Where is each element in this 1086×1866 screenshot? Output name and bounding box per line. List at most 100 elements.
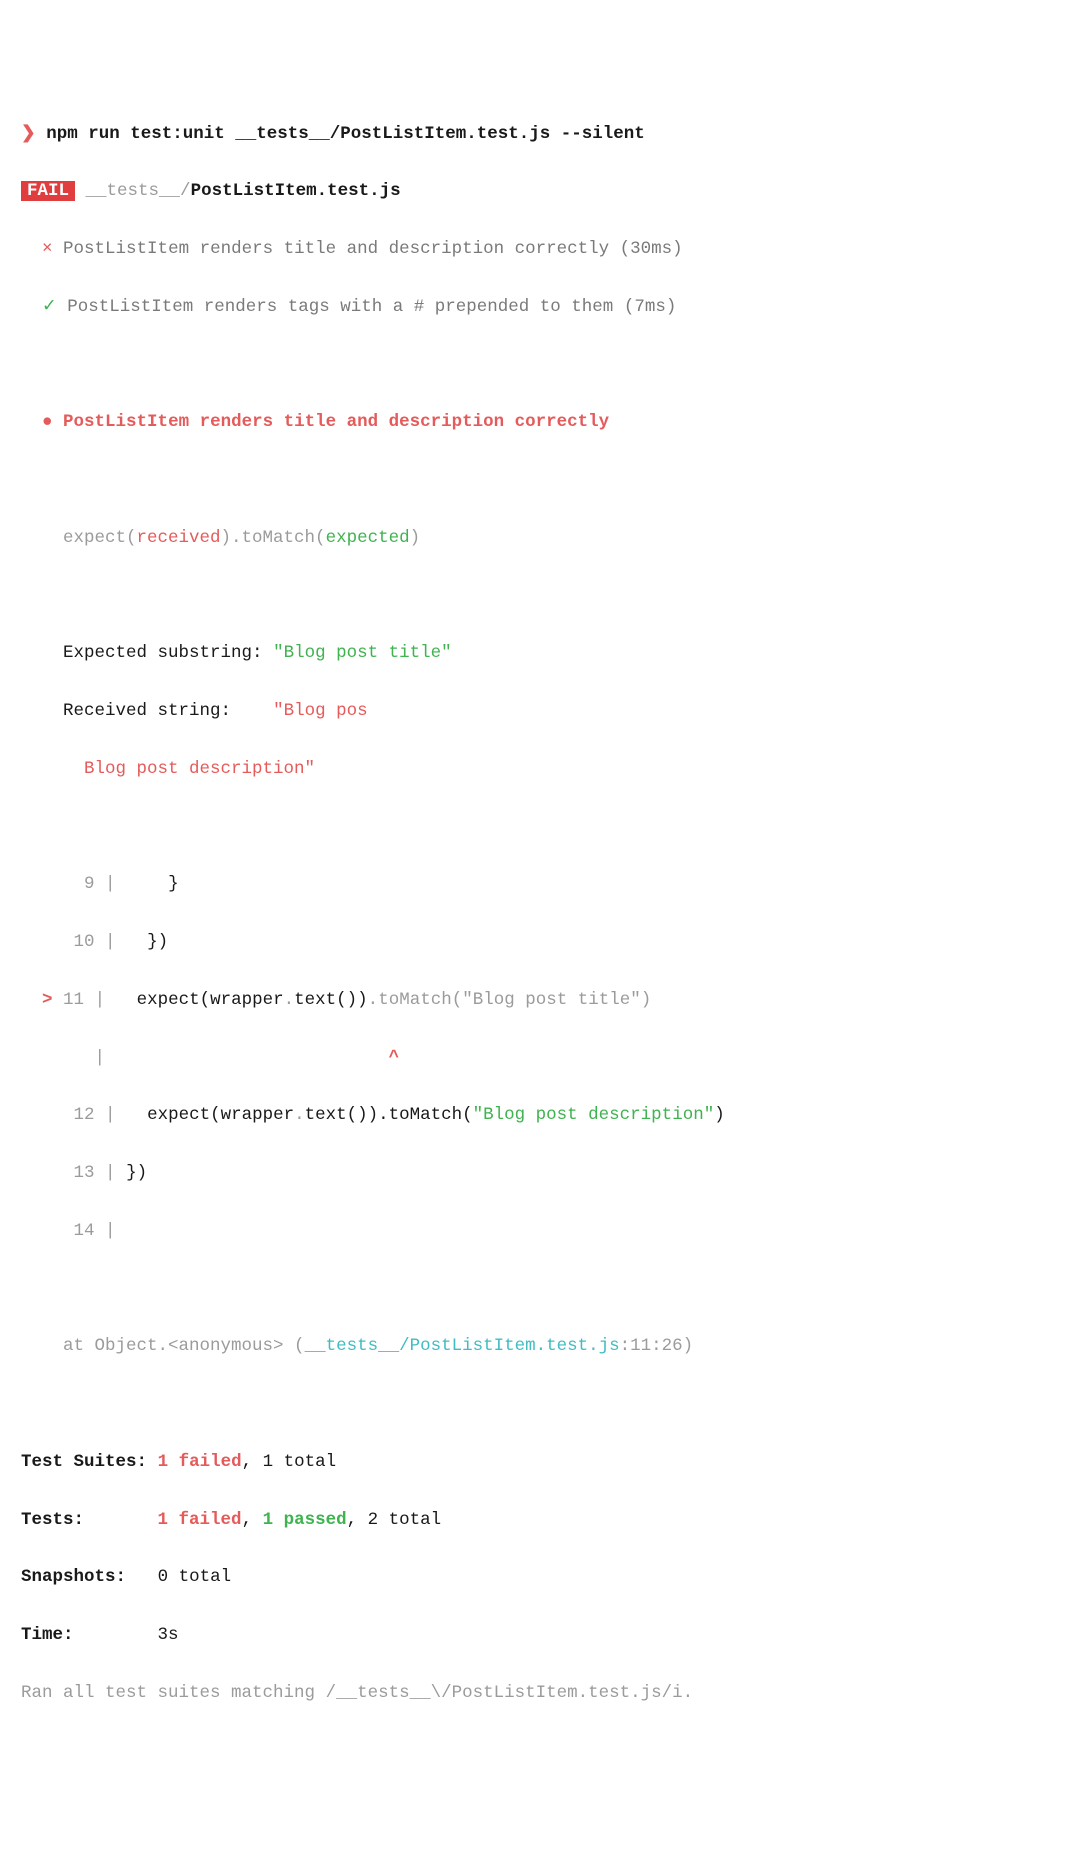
time-label: Time: (21, 1625, 74, 1645)
blank-line (0, 1390, 1086, 1419)
summary-suites: Test Suites: 1 failed, 1 total (0, 1448, 1086, 1477)
blank-line (0, 351, 1086, 380)
tomatch-close: ) (410, 528, 421, 548)
pipe: | (105, 1105, 116, 1125)
ran-dot: . (683, 1683, 694, 1703)
tests-passed: 1 passed (263, 1510, 347, 1530)
code-text: "Blog post description" (473, 1105, 715, 1125)
expect-open: expect( (63, 528, 137, 548)
fail-badge: FAIL (21, 181, 75, 201)
code-text: ) (714, 1105, 725, 1125)
caret-icon: ^ (389, 1048, 400, 1068)
time-value: 3s (158, 1625, 179, 1645)
pass-time: (7ms) (624, 297, 677, 317)
test-fail-item: × PostListItem renders title and descrip… (0, 235, 1086, 264)
summary-ran: Ran all test suites matching /__tests__\… (0, 1679, 1086, 1708)
expected-label: Expected substring: (63, 643, 263, 663)
code-text: ) (641, 990, 652, 1010)
expected-value: "Blog post title" (273, 643, 452, 663)
file-name: PostListItem.test.js (191, 181, 401, 201)
snap-label: Snapshots: (21, 1567, 126, 1587)
received-label: Received string: (63, 701, 231, 721)
fail-time: (30ms) (620, 239, 683, 259)
test-pass-item: ✓ PostListItem renders tags with a # pre… (0, 293, 1086, 322)
focus-name: PostListItem renders title and descripti… (63, 412, 609, 432)
summary-snapshots: Snapshots: 0 total (0, 1563, 1086, 1592)
tests-label: Tests: (21, 1510, 84, 1530)
summary-tests: Tests: 1 failed, 1 passed, 2 total (0, 1506, 1086, 1535)
ran-pattern: /__tests__\/PostListItem.test.js/i (326, 1683, 683, 1703)
caret-line: | ^ (0, 1044, 1086, 1073)
code-line-12: 12 | expect(wrapper.text()).toMatch("Blo… (0, 1101, 1086, 1130)
lineno: 9 (63, 874, 95, 894)
code-text: "Blog post title" (462, 990, 641, 1010)
fail-test-name: PostListItem renders title and descripti… (63, 239, 609, 259)
code-text: toMatch( (378, 990, 462, 1010)
code-line-9: 9 | } (0, 870, 1086, 899)
lineno: 14 (63, 1221, 95, 1241)
received-line: Received string: "Blog pos (0, 697, 1086, 726)
pass-mark-icon: ✓ (42, 297, 57, 317)
assertion-line: expect(received).toMatch(expected) (0, 524, 1086, 553)
received-value-cont: Blog post description" (84, 759, 315, 779)
blank-line (0, 1275, 1086, 1304)
pipe: | (105, 1163, 116, 1183)
code-line-11: > 11 | expect(wrapper.text()).toMatch("B… (0, 986, 1086, 1015)
lineno: 10 (63, 932, 95, 952)
prompt-chevron: ❯ (21, 124, 36, 144)
summary-comma: , (347, 1510, 368, 1530)
code-line-13: 13 | }) (0, 1159, 1086, 1188)
stack-file: __tests__/PostListItem.test.js (305, 1336, 620, 1356)
blank-line (0, 813, 1086, 842)
tests-total: 2 total (368, 1510, 442, 1530)
code-text: } (126, 874, 179, 894)
pipe: | (95, 990, 106, 1010)
expected-line: Expected substring: "Blog post title" (0, 639, 1086, 668)
code-text: text()).toMatch( (305, 1105, 473, 1125)
received-value: "Blog pos (273, 701, 368, 721)
summary-comma: , (242, 1510, 263, 1530)
fail-mark-icon: × (42, 239, 53, 259)
suites-failed: 1 failed (158, 1452, 242, 1472)
received-line-2: Blog post description" (0, 755, 1086, 784)
suites-total: 1 total (263, 1452, 337, 1472)
prompt-command: npm run test:unit __tests__/PostListItem… (46, 124, 645, 144)
stack-suffix: :11:26) (620, 1336, 694, 1356)
tomatch-open: ).toMatch( (221, 528, 326, 548)
ran-pre: Ran all test suites matching (21, 1683, 326, 1703)
received-token: received (137, 528, 221, 548)
code-text: expect(wrapper (126, 1105, 294, 1125)
code-line-14: 14 | (0, 1217, 1086, 1246)
stack-prefix: at Object.<anonymous> ( (63, 1336, 305, 1356)
summary-time: Time: 3s (0, 1621, 1086, 1650)
pipe: | (95, 1048, 106, 1068)
focus-line: ● PostListItem renders title and descrip… (0, 408, 1086, 437)
stack-line: at Object.<anonymous> (__tests__/PostLis… (0, 1332, 1086, 1361)
prompt-line: ❯ npm run test:unit __tests__/PostListIt… (0, 120, 1086, 149)
code-text: text()) (294, 990, 368, 1010)
blank-line (0, 582, 1086, 611)
code-line-10: 10 | }) (0, 928, 1086, 957)
tests-failed: 1 failed (158, 1510, 242, 1530)
bullet-icon: ● (42, 412, 53, 432)
lineno: 12 (63, 1105, 95, 1125)
dot: . (368, 990, 379, 1010)
dot: . (284, 990, 295, 1010)
fail-header-line: FAIL __tests__/PostListItem.test.js (0, 177, 1086, 206)
suites-label: Test Suites: (21, 1452, 147, 1472)
pass-test-name: PostListItem renders tags with a # prepe… (67, 297, 613, 317)
pipe: | (105, 932, 116, 952)
summary-comma: , (242, 1452, 263, 1472)
lineno: 13 (63, 1163, 95, 1183)
code-text: }) (126, 932, 168, 952)
pointer-icon: > (42, 990, 53, 1010)
file-path: __tests__/ (86, 181, 191, 201)
lineno: 11 (63, 990, 84, 1010)
snap-value: 0 total (158, 1567, 232, 1587)
expected-token: expected (326, 528, 410, 548)
pipe: | (105, 874, 116, 894)
dot: . (294, 1105, 305, 1125)
blank-line (0, 466, 1086, 495)
pipe: | (105, 1221, 116, 1241)
code-text: }) (126, 1163, 147, 1183)
